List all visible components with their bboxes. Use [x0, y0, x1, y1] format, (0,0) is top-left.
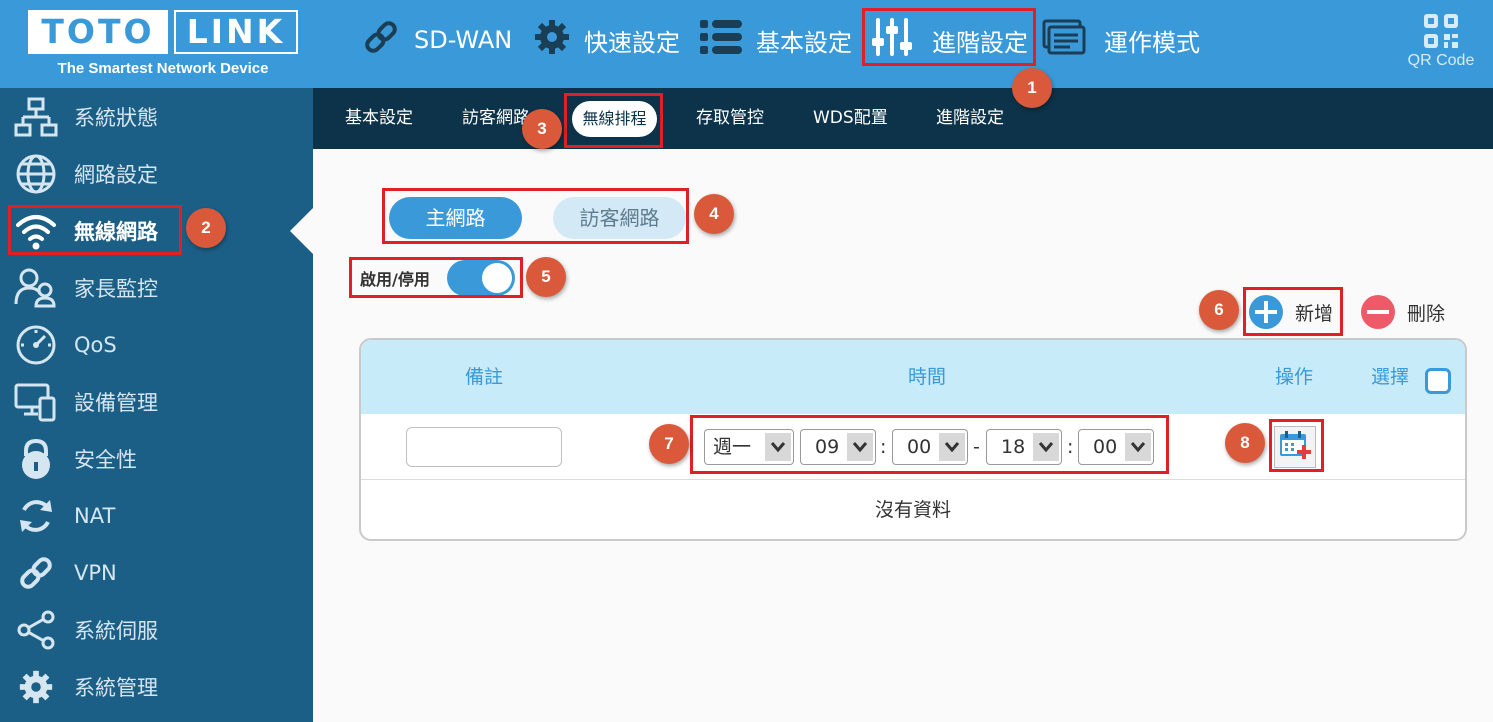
share-icon: [14, 608, 58, 652]
sidebar-active-pointer: [290, 207, 314, 255]
sidebar-label: 網路設定: [74, 162, 158, 187]
select-all-checkbox[interactable]: [1425, 368, 1451, 394]
empty-table-message: 沒有資料: [874, 499, 951, 521]
sidebar-item-system-management[interactable]: 系統管理: [0, 658, 313, 715]
parental-icon: [14, 266, 58, 310]
annotation-frame-schedule: [564, 93, 663, 148]
note-input[interactable]: [406, 427, 562, 467]
nav-operation-mode[interactable]: 運作模式: [1042, 16, 1200, 64]
sidebar-item-system-status[interactable]: 系統狀態: [0, 88, 313, 145]
col-note-header: 備註: [465, 366, 504, 388]
annotation-frame-wireless: [8, 205, 182, 255]
step-badge-5: 5: [526, 257, 566, 297]
link-icon: [360, 16, 402, 64]
totolink-logo[interactable]: TOTO LINK The Smartest Network Device: [28, 10, 298, 82]
sidebar-label: VPN: [74, 560, 117, 585]
sidebar-label: 系統狀態: [74, 105, 158, 130]
mode-window-icon: [1042, 19, 1086, 61]
annotation-frame-advanced: [862, 8, 1036, 66]
sidebar-label: 安全性: [74, 447, 137, 472]
topology-icon: [14, 95, 58, 139]
annotation-frame-toggle: [349, 257, 523, 298]
subnav-advanced-settings[interactable]: 進階設定: [936, 88, 1004, 149]
sidebar-item-nat[interactable]: NAT: [0, 487, 313, 544]
sidebar-label: 設備管理: [74, 390, 158, 415]
col-action-header: 操作: [1275, 366, 1314, 388]
qr-code-button[interactable]: QR Code: [1401, 14, 1481, 70]
sub-navigation: 基本設定 訪客網路 存取管控 WDS配置 進階設定: [313, 88, 1493, 149]
speedometer-icon: [14, 323, 58, 367]
step-badge-7: 7: [649, 424, 689, 464]
sidebar-item-parental-control[interactable]: 家長監控: [0, 259, 313, 316]
minus-circle-icon: [1361, 295, 1395, 329]
link-icon: [14, 551, 58, 595]
step-badge-2: 2: [186, 208, 226, 248]
sidebar-item-system-services[interactable]: 系統伺服: [0, 601, 313, 658]
nav-quick-label: 快速設定: [584, 28, 680, 57]
logo-word-link: LINK: [186, 12, 286, 51]
delete-label: 刪除: [1407, 302, 1446, 325]
list-icon: [700, 17, 744, 63]
logo-tagline: The Smartest Network Device: [57, 60, 269, 77]
annotation-frame-add: [1243, 287, 1343, 336]
lock-icon: [14, 437, 58, 481]
globe-icon: [14, 152, 58, 196]
subnav-basic-settings[interactable]: 基本設定: [345, 88, 413, 149]
subnav-guest-network[interactable]: 訪客網路: [462, 88, 530, 149]
qr-code-icon: [1424, 14, 1458, 48]
nav-basic-setup[interactable]: 基本設定: [700, 16, 852, 64]
col-select-header: 選擇: [1371, 366, 1410, 388]
refresh-icon: [14, 494, 58, 538]
logo-word-toto: TOTO: [41, 12, 155, 51]
sidebar: 系統狀態 網路設定 無線網路 家長監控 QoS 設備管理 安全性 NAT VPN…: [0, 88, 313, 722]
step-badge-8: 8: [1225, 423, 1265, 463]
nav-quick-setup[interactable]: 快速設定: [532, 16, 680, 64]
sidebar-item-security[interactable]: 安全性: [0, 430, 313, 487]
delete-button[interactable]: 刪除: [1361, 294, 1445, 330]
sidebar-label: NAT: [74, 503, 116, 528]
step-badge-1: 1: [1012, 68, 1052, 108]
devices-icon: [14, 380, 58, 424]
step-badge-3: 3: [522, 109, 562, 149]
annotation-frame-time: [690, 415, 1169, 474]
step-badge-4: 4: [694, 194, 734, 234]
sidebar-label: 系統伺服: [74, 618, 158, 643]
subnav-access-control[interactable]: 存取管控: [696, 88, 764, 149]
top-header: TOTO LINK The Smartest Network Device SD…: [0, 0, 1493, 88]
sidebar-label: 系統管理: [74, 675, 158, 700]
sidebar-item-network-settings[interactable]: 網路設定: [0, 145, 313, 202]
col-time-header: 時間: [908, 366, 947, 388]
nav-sdwan[interactable]: SD-WAN: [360, 16, 512, 64]
sidebar-label: QoS: [74, 332, 117, 357]
qr-code-label: QR Code: [1407, 52, 1475, 69]
gear-icon: [14, 665, 58, 709]
sidebar-item-qos[interactable]: QoS: [0, 316, 313, 373]
step-badge-6: 6: [1199, 290, 1239, 330]
nav-mode-label: 運作模式: [1104, 28, 1200, 57]
sidebar-item-vpn[interactable]: VPN: [0, 544, 313, 601]
sidebar-item-device-management[interactable]: 設備管理: [0, 373, 313, 430]
annotation-frame-calendar: [1269, 419, 1324, 472]
annotation-frame-network-tabs: [382, 188, 689, 244]
nav-sdwan-label: SD-WAN: [414, 26, 513, 54]
sidebar-label: 家長監控: [74, 276, 158, 301]
table-header: 備註 時間 操作 選擇: [361, 340, 1465, 414]
gear-icon: [532, 17, 572, 63]
nav-basic-label: 基本設定: [756, 28, 852, 57]
subnav-wds[interactable]: WDS配置: [813, 88, 888, 149]
